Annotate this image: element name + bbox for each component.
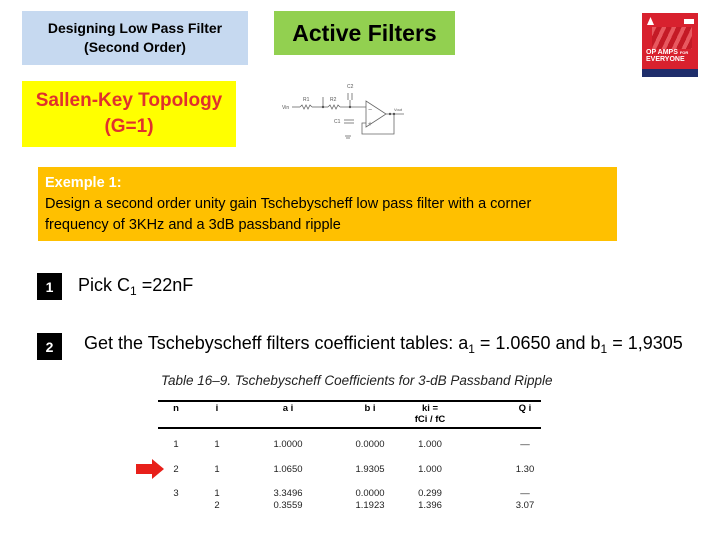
table-cell-i: 1 [214, 439, 220, 450]
table-cell-ai: 1.0000 [273, 439, 303, 450]
step-1-badge: 1 [37, 273, 62, 300]
book-author-band [642, 69, 698, 77]
vout-label: Vout [394, 107, 403, 112]
table-cell-ki: 0.299 [418, 488, 442, 499]
table-cell-qi: 3.07 [515, 500, 535, 511]
slide-title-line2: (Second Order) [84, 39, 186, 55]
table-cell-qi: 1.30 [515, 464, 535, 475]
table-cell-bi: 1.9305 [355, 464, 385, 475]
table-header-bi: b i [364, 403, 376, 414]
table-cell-n: 1 [173, 439, 179, 450]
example-text-line1: Design a second order unity gain Tscheby… [45, 196, 532, 212]
table-top-rule [158, 400, 541, 402]
table-header-i: i [215, 403, 219, 414]
step-2-badge: 2 [37, 333, 62, 360]
topology-box: Sallen-Key Topology (G=1) [22, 81, 236, 147]
table-header-ki: ki = fCi / fC [400, 403, 460, 425]
step-2-number: 2 [45, 338, 54, 355]
table-cell-i: 1 [214, 488, 220, 499]
table-cell-ki: 1.000 [418, 464, 442, 475]
table-header-qi: Q i [518, 403, 532, 414]
table-cell-ai: 0.3559 [273, 500, 303, 511]
table-cell-i: 2 [214, 500, 220, 511]
table-title: Table 16–9. Tschebyscheff Coefficients f… [161, 373, 553, 388]
example-box: Exemple 1: Design a second order unity g… [38, 167, 617, 241]
svg-text:+: + [368, 121, 372, 128]
resistor-r2-icon [327, 104, 341, 110]
topology-line2: (G=1) [104, 116, 154, 137]
table-cell-n: 2 [173, 464, 179, 475]
unity-feedback-wire [361, 114, 395, 135]
table-header-ai: a i [282, 403, 294, 414]
table-cell-ki: 1.000 [418, 439, 442, 450]
r1-label: R1 [303, 97, 310, 103]
resistor-r1-icon [299, 104, 313, 110]
slide-title-line1: Designing Low Pass Filter [47, 20, 223, 36]
section-label: Active Filters [274, 11, 455, 55]
c1-label: C1 [334, 119, 341, 125]
table-cell-ai: 1.0650 [273, 464, 303, 475]
cover-graphic [652, 27, 692, 49]
table-header-ki-line2: fCi / fC [414, 414, 446, 425]
table-cell-i: 1 [214, 464, 220, 475]
edition-tag [684, 19, 694, 24]
section-label-text: Active Filters [292, 19, 437, 46]
step-1-text: Pick C1 =22nF [78, 275, 194, 298]
table-header-rule [158, 427, 541, 429]
table-cell-bi: 1.1923 [355, 500, 385, 511]
book-title-line2: EVERYONE [646, 56, 685, 63]
table-cell-ki: 1.396 [418, 500, 442, 511]
table-header-n: n [173, 403, 179, 414]
table-cell-n: 3 [173, 488, 179, 499]
table-cell-bi: 0.0000 [355, 439, 385, 450]
table-cell-qi: — [520, 488, 530, 499]
r2-label: R2 [330, 97, 337, 103]
topology-line1: Sallen-Key Topology [35, 90, 223, 111]
c2-label: C2 [347, 84, 354, 90]
table-cell-ai: 3.3496 [273, 488, 303, 499]
highlight-arrow-icon [136, 459, 164, 479]
vin-label: Vin [282, 105, 289, 111]
publisher-logo-icon [647, 17, 654, 25]
step-1-number: 1 [45, 278, 54, 295]
book-cover-image: OP AMPS FOR EVERYONE [642, 13, 698, 77]
book-title-line1: OP AMPS FOR [646, 49, 689, 56]
step-2-text: Get the Tschebyscheff filters coefficien… [84, 333, 683, 356]
svg-text:−: − [368, 107, 372, 114]
slide-title-box: Designing Low Pass Filter (Second Order) [22, 11, 248, 65]
table-cell-bi: 0.0000 [355, 488, 385, 499]
example-text-line2: frequency of 3KHz and a 3dB passband rip… [45, 217, 341, 233]
table-header-ki-line1: ki = [421, 403, 439, 414]
sallen-key-circuit-diagram: Vin R1 R2 C2 C1 Vout − + [282, 84, 404, 139]
example-heading: Exemple 1: [45, 175, 122, 191]
table-cell-qi: — [520, 439, 530, 450]
